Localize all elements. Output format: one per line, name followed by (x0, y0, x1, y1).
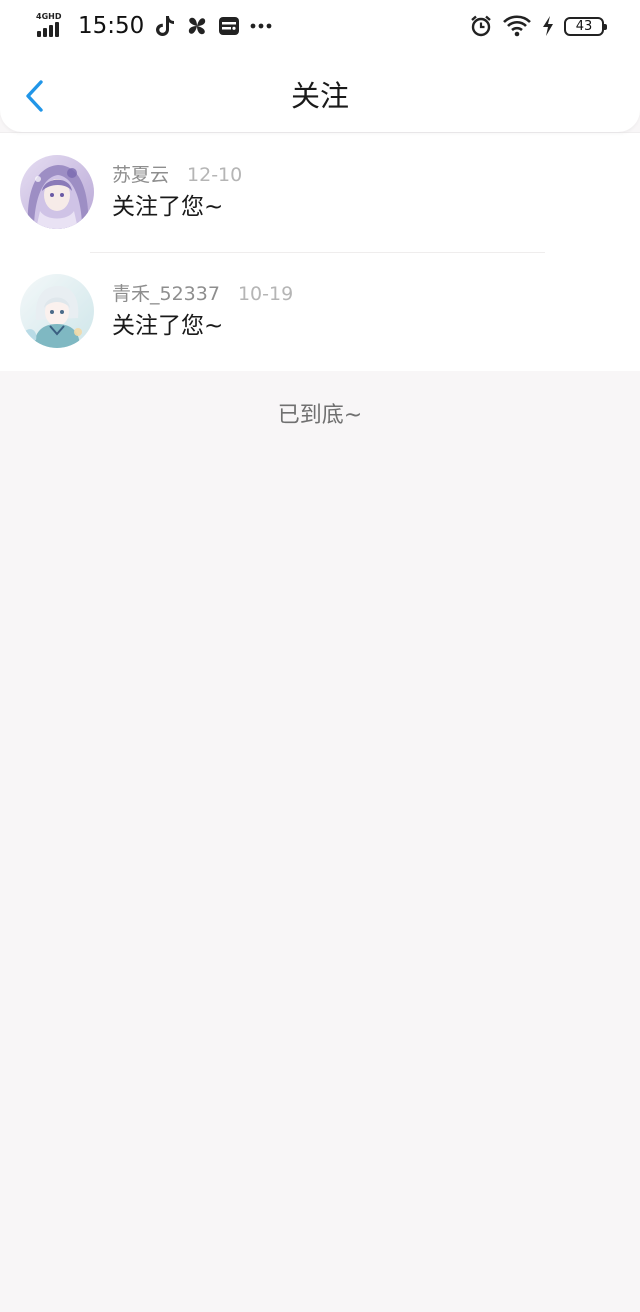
item-date: 10-19 (237, 283, 294, 305)
signal-icon: 4GHD (36, 13, 64, 39)
avatar[interactable] (20, 155, 94, 229)
tiktok-icon (154, 15, 176, 37)
item-message: 关注了您~ (112, 194, 224, 220)
status-bar: 4GHD 15:50 43 (0, 0, 640, 52)
page-title: 关注 (290, 79, 349, 113)
end-of-list-text: 已到底~ (277, 403, 363, 428)
avatar[interactable] (20, 274, 94, 348)
follow-list: 苏夏云 12-10 关注了您~ 青禾_52337 10-19 关注了您~ (0, 132, 640, 371)
user-name[interactable]: 青禾_52337 (112, 282, 220, 306)
status-bar-left: 4GHD 15:50 (36, 10, 272, 42)
user-name[interactable]: 苏夏云 (112, 163, 169, 187)
header-bar: 关注 (0, 52, 640, 132)
wallet-icon (218, 15, 240, 37)
follow-notifications-page: 4GHD 15:50 43 关注 苏夏云 12-10 关注了您~ 青禾_5233… (0, 0, 640, 1312)
item-message: 关注了您~ (112, 313, 224, 339)
battery-level: 43 (575, 18, 593, 34)
pinwheel-icon (186, 15, 208, 37)
charging-icon (542, 15, 554, 37)
battery-icon: 43 (564, 16, 607, 36)
item-date: 12-10 (187, 164, 243, 186)
network-type-label: 4GHD (36, 12, 62, 21)
item-meta: 青禾_52337 10-19 (112, 282, 293, 306)
list-item[interactable]: 苏夏云 12-10 关注了您~ (0, 133, 640, 252)
list-item[interactable]: 青禾_52337 10-19 关注了您~ (0, 252, 640, 371)
item-meta: 苏夏云 12-10 (112, 163, 242, 187)
more-dots-icon (250, 15, 272, 37)
status-bar-right: 43 (470, 10, 607, 42)
wifi-icon (502, 15, 532, 37)
alarm-icon (470, 15, 492, 37)
clock-time: 15:50 (78, 13, 145, 39)
